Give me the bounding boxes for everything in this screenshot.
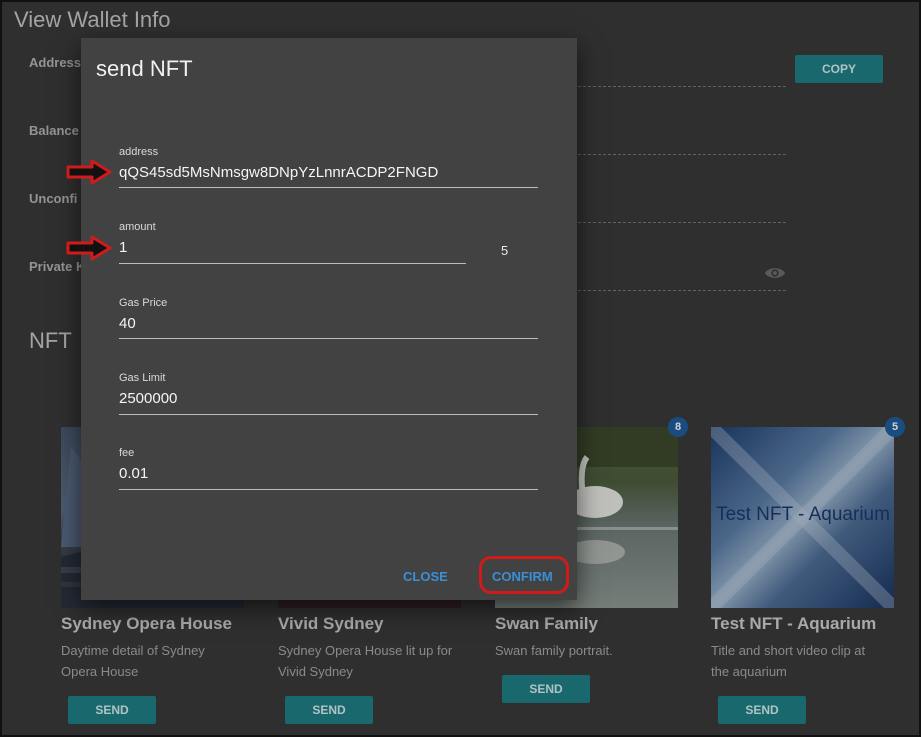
send-nft-dialog: send NFT address qQS45sd5MsNmsgw8DNpYzLn… (66, 38, 577, 600)
gas-price-label: Gas Price (119, 297, 168, 309)
amount-input[interactable]: 1 (119, 239, 127, 256)
close-button[interactable]: CLOSE (403, 569, 448, 584)
address-input-underline (119, 187, 538, 188)
fee-label: fee (119, 447, 135, 459)
dialog-title: send NFT (96, 56, 193, 81)
arrow-right-icon (66, 235, 112, 261)
confirm-highlight (479, 556, 569, 594)
gas-price-input[interactable]: 40 (119, 315, 136, 332)
address-input[interactable]: qQS45sd5MsNmsgw8DNpYzLnnrACDP2FNGD (119, 164, 438, 181)
gas-limit-underline (119, 414, 538, 415)
gas-limit-label: Gas Limit (119, 372, 166, 384)
amount-input-underline (119, 263, 466, 264)
fee-input[interactable]: 0.01 (119, 465, 148, 482)
address-input-label: address (119, 146, 159, 158)
fee-underline (119, 489, 538, 490)
amount-max-value: 5 (501, 243, 509, 258)
arrow-right-icon (66, 159, 112, 185)
gas-limit-input[interactable]: 2500000 (119, 390, 177, 407)
gas-price-underline (119, 338, 538, 339)
amount-input-label: amount (119, 221, 156, 233)
